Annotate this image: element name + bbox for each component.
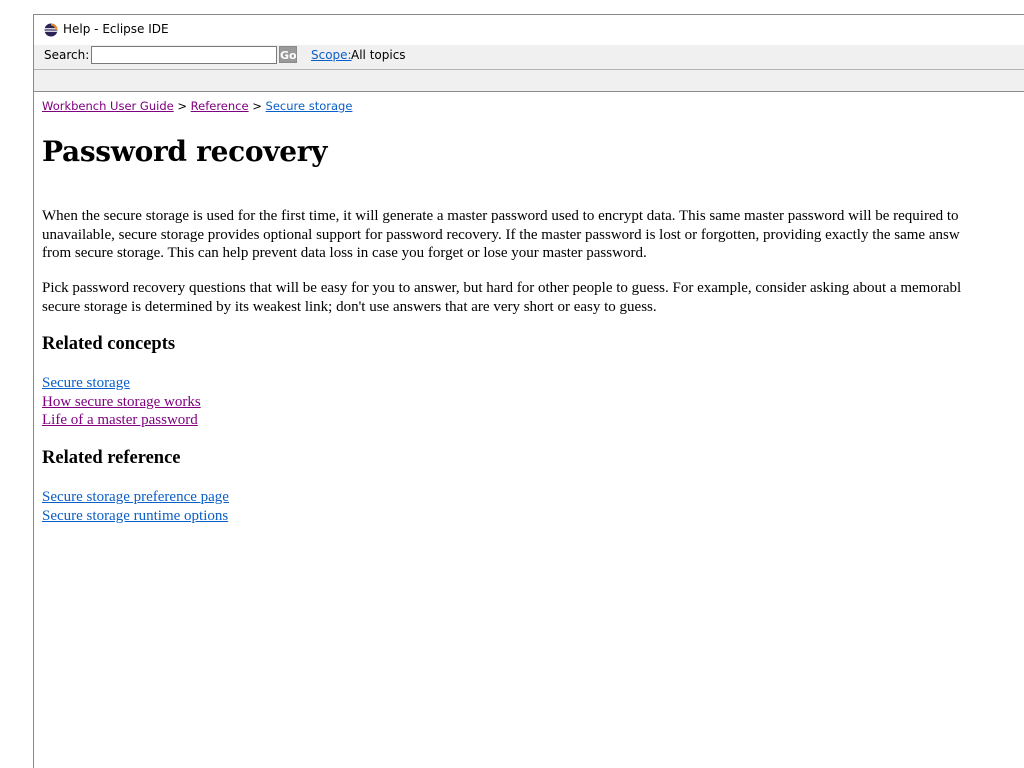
breadcrumb-separator: > xyxy=(177,99,187,113)
help-content: Workbench User Guide > Reference > Secur… xyxy=(42,93,1024,768)
breadcrumb-reference[interactable]: Reference xyxy=(191,99,249,113)
paragraph-line: unavailable, secure storage provides opt… xyxy=(42,226,960,243)
link-secure-storage[interactable]: Secure storage xyxy=(42,374,201,393)
search-input[interactable] xyxy=(91,46,277,64)
intro-paragraph: When the secure storage is used for the … xyxy=(42,207,960,263)
related-concepts-heading: Related concepts xyxy=(42,334,176,354)
breadcrumb-separator: > xyxy=(252,99,262,113)
paragraph-line: from secure storage. This can help preve… xyxy=(42,245,647,261)
scope-link[interactable]: Scope: xyxy=(311,48,352,62)
breadcrumb-workbench-user-guide[interactable]: Workbench User Guide xyxy=(42,99,174,113)
page-title: Password recovery xyxy=(42,135,328,168)
go-button[interactable]: Go xyxy=(279,46,297,63)
paragraph-line: secure storage is determined by its weak… xyxy=(42,298,657,315)
advice-paragraph: Pick password recovery questions that wi… xyxy=(42,279,961,316)
desktop: Help - Eclipse IDE Search: Go Scope: All… xyxy=(0,0,1024,768)
scope-value: All topics xyxy=(351,48,406,62)
link-how-secure-storage-works[interactable]: How secure storage works xyxy=(42,393,201,412)
link-secure-storage-runtime-options[interactable]: Secure storage runtime options xyxy=(42,507,229,526)
breadcrumb: Workbench User Guide > Reference > Secur… xyxy=(42,99,352,113)
help-window: Help - Eclipse IDE Search: Go Scope: All… xyxy=(33,14,1024,768)
eclipse-logo-icon xyxy=(44,23,58,37)
paragraph-line: Pick password recovery questions that wi… xyxy=(42,280,962,296)
link-life-of-master-password[interactable]: Life of a master password xyxy=(42,411,201,430)
related-reference-heading: Related reference xyxy=(42,448,181,468)
content-toolbar xyxy=(34,69,1024,92)
search-bar: Search: Go Scope: All topics xyxy=(34,45,1024,69)
title-bar: Help - Eclipse IDE xyxy=(34,15,1024,45)
related-concepts-list: Secure storage How secure storage works … xyxy=(42,374,201,430)
paragraph-line: When the secure storage is used for the … xyxy=(42,208,959,224)
related-reference-list: Secure storage preference page Secure st… xyxy=(42,488,229,525)
link-secure-storage-preference-page[interactable]: Secure storage preference page xyxy=(42,488,229,507)
breadcrumb-secure-storage[interactable]: Secure storage xyxy=(266,99,353,113)
window-title: Help - Eclipse IDE xyxy=(63,22,169,36)
search-label: Search: xyxy=(44,48,90,62)
